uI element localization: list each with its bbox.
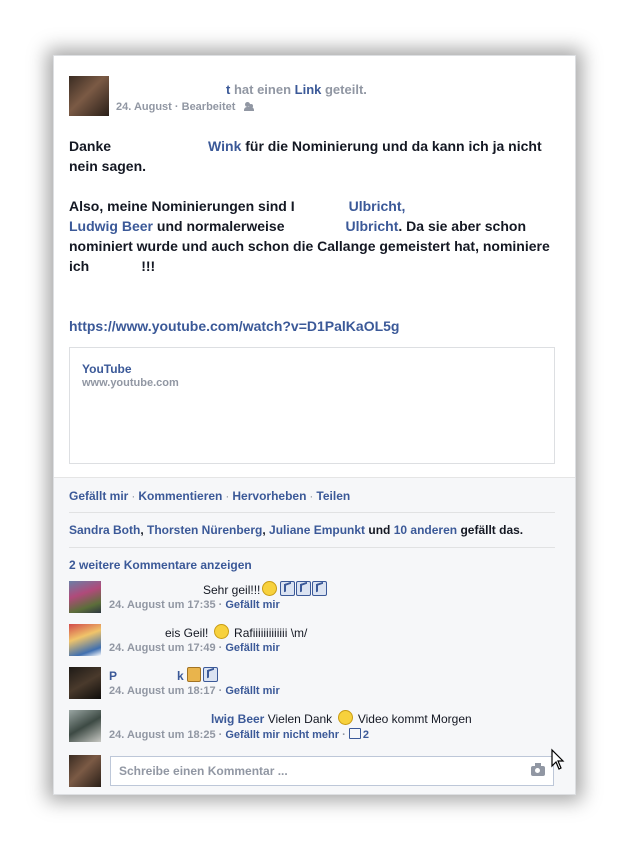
thumbs-up-icon xyxy=(203,667,219,682)
divider xyxy=(69,512,555,513)
commenter-avatar[interactable] xyxy=(69,710,101,742)
preview-domain: www.youtube.com xyxy=(82,377,179,389)
comment-unlike-link[interactable]: Gefällt mir nicht mehr xyxy=(225,729,339,741)
mention-link[interactable]: Wink xyxy=(208,138,241,154)
edited-label[interactable]: Bearbeitet xyxy=(182,101,236,113)
comment-time[interactable]: 24. August um 17:49 xyxy=(109,642,216,654)
mention-link[interactable]: Ulbricht xyxy=(346,218,399,234)
mouse-cursor-icon xyxy=(551,748,565,770)
divider xyxy=(69,547,555,548)
likes-text: und xyxy=(365,523,394,537)
commenter-avatar[interactable] xyxy=(69,581,101,613)
text-segment: Also, meine Nominierungen sind xyxy=(69,198,291,214)
header-link[interactable]: Link xyxy=(295,82,322,97)
comment-item: lwig Beer Vielen Dank Video kommt Morgen… xyxy=(69,710,559,744)
comment-time[interactable]: 24. August um 18:17 xyxy=(109,685,216,697)
camera-icon[interactable] xyxy=(531,763,545,776)
post-text: Danke Wink für die Nominierung und da kan… xyxy=(69,136,559,336)
preview-title[interactable]: YouTube xyxy=(82,362,132,376)
smile-emoji-icon xyxy=(213,624,229,639)
thumbs-up-icon xyxy=(296,581,312,596)
commenter-avatar[interactable] xyxy=(69,667,101,699)
smile-emoji-icon xyxy=(337,710,353,725)
others-likes-link[interactable]: 10 anderen xyxy=(394,523,457,537)
comment-meta: 24. August um 18:17 · Gefällt mir xyxy=(109,685,280,697)
comment-text: eis Geil! Rafiiiiiiiiiiiii \m/ xyxy=(165,624,308,640)
text-segment: !!! xyxy=(141,258,156,274)
liker-link[interactable]: Juliane Empunkt xyxy=(269,523,365,537)
comment-time[interactable]: 24. August um 18:25 xyxy=(109,729,216,741)
thumbs-up-icon xyxy=(280,581,296,596)
highlight-action[interactable]: Hervorheben xyxy=(232,489,306,503)
beer-emoji-icon xyxy=(187,667,202,682)
comment-input[interactable] xyxy=(119,757,519,785)
action-bar: Gefällt mir · Kommentieren · Hervorheben · Tei… xyxy=(69,489,350,503)
comment-action[interactable]: Kommentieren xyxy=(138,489,222,503)
post-header: t hat einen Link geteilt. xyxy=(116,82,367,97)
comment-meta: 24. August um 18:25 · Gefällt mir nicht … xyxy=(109,728,369,741)
liker-link[interactable]: Thorsten Nürenberg xyxy=(147,523,262,537)
likes-text: gefällt das. xyxy=(457,523,524,537)
author-avatar[interactable] xyxy=(69,76,109,116)
comment-text: Pk xyxy=(109,667,219,683)
text-segment: für die Nominierung und da kann ich ja n… xyxy=(69,138,542,174)
comment-item: Pk 24. August um 18:17 · Gefällt mir xyxy=(69,667,559,701)
comment-like-link[interactable]: Gefällt mir xyxy=(225,685,279,697)
post-card: t hat einen Link geteilt. 24. August · B… xyxy=(53,55,576,795)
text-segment: Danke xyxy=(69,138,112,154)
mention-link[interactable]: Ulbricht, xyxy=(349,198,406,214)
youtube-url-link[interactable]: https://www.youtube.com/watch?v=D1PalKaO… xyxy=(69,318,399,334)
comment-text: Sehr geil!!! xyxy=(109,581,328,597)
comment-meta: 24. August um 17:35 · Gefällt mir xyxy=(109,599,280,611)
like-action[interactable]: Gefällt mir xyxy=(69,489,128,503)
more-comments-link[interactable]: 2 weitere Kommentare anzeigen xyxy=(69,558,252,572)
link-preview[interactable]: YouTube www.youtube.com xyxy=(69,347,555,464)
grin-emoji-icon xyxy=(262,581,278,596)
commenter-avatar[interactable] xyxy=(69,624,101,656)
own-avatar[interactable] xyxy=(69,755,101,787)
friends-audience-icon[interactable] xyxy=(244,102,255,111)
text-segment: und normalerweise xyxy=(153,218,285,234)
header-text: hat einen xyxy=(230,82,295,97)
post-date[interactable]: 24. August xyxy=(116,101,172,113)
comment-like-count[interactable]: 2 xyxy=(348,728,369,741)
share-action[interactable]: Teilen xyxy=(316,489,350,503)
comment-like-link[interactable]: Gefällt mir xyxy=(225,599,279,611)
mention-link[interactable]: Ludwig Beer xyxy=(69,218,153,234)
post-meta: 24. August · Bearbeitet xyxy=(116,101,255,113)
post-footer: Gefällt mir · Kommentieren · Hervorheben · Tei… xyxy=(54,477,575,794)
separator: · xyxy=(225,489,230,503)
separator: · xyxy=(131,489,136,503)
comment-composer[interactable] xyxy=(110,756,554,786)
comment-like-link[interactable]: Gefällt mir xyxy=(225,642,279,654)
like-count-icon xyxy=(348,728,361,739)
comment-time[interactable]: 24. August um 17:35 xyxy=(109,599,216,611)
comment-item: eis Geil! Rafiiiiiiiiiiiii \m/ 24. Augus… xyxy=(69,624,559,658)
header-text-end: geteilt. xyxy=(321,82,367,97)
liker-link[interactable]: Sandra Both xyxy=(69,523,140,537)
separator: · xyxy=(309,489,314,503)
comment-meta: 24. August um 17:49 · Gefällt mir xyxy=(109,642,280,654)
likes-summary: Sandra Both, Thorsten Nürenberg, Juliane… xyxy=(69,523,524,537)
text-segment: I xyxy=(290,198,295,214)
comment-item: Sehr geil!!! 24. August um 17:35 · Gefäl… xyxy=(69,581,559,615)
comment-text: lwig Beer Vielen Dank Video kommt Morgen xyxy=(211,710,472,726)
thumbs-up-icon xyxy=(312,581,328,596)
